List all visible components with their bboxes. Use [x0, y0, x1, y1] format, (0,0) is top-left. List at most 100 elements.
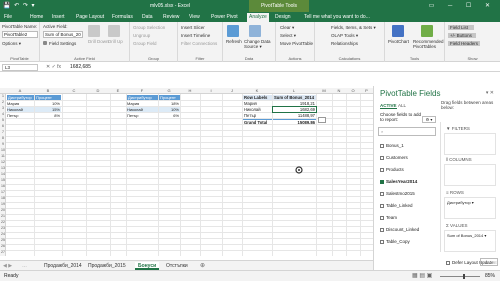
column-header[interactable]: C — [62, 88, 86, 93]
field-checkbox[interactable] — [380, 227, 384, 232]
tab-all-fields[interactable]: ALL — [398, 103, 406, 108]
column-header[interactable]: L — [272, 88, 316, 93]
field-item[interactable]: Customers — [380, 155, 408, 160]
table-cell[interactable]: Николай — [7, 107, 34, 112]
table-cell[interactable]: Петър — [7, 113, 34, 118]
table-cell[interactable]: 15% — [35, 107, 61, 112]
table-cell[interactable]: Петър — [127, 113, 158, 118]
columns-drop-zone[interactable] — [444, 164, 496, 186]
column-header[interactable]: F — [126, 88, 158, 93]
fields-items-sets-button[interactable]: Fields, Items, & Sets ▾ — [331, 25, 376, 31]
field-checkbox[interactable] — [380, 203, 384, 208]
tab-home[interactable]: Home — [30, 14, 43, 20]
column-header[interactable]: H — [180, 88, 200, 93]
plus-minus-buttons-button[interactable]: +/- Buttons — [448, 33, 476, 38]
field-item[interactable]: Discount_Linked — [380, 227, 419, 232]
field-item[interactable]: Bonus_1 — [380, 143, 404, 148]
filters-drop-zone[interactable] — [444, 133, 496, 155]
formula-buttons[interactable]: ✕ ✓ fx — [46, 64, 61, 70]
insert-timeline-button[interactable]: Insert Timeline — [181, 33, 210, 38]
column-header[interactable]: P — [360, 88, 373, 93]
pivot-cell[interactable]: Мария — [243, 101, 272, 106]
table-cell[interactable]: 8% — [35, 113, 61, 118]
table-cell[interactable]: 10% — [159, 107, 180, 112]
field-item[interactable]: Salestmo2015 — [380, 191, 415, 196]
options-button[interactable]: Options ▾ — [2, 41, 21, 47]
formula-input[interactable]: 1682,685 — [70, 64, 91, 70]
tab-analyze[interactable]: Analyze — [247, 13, 269, 22]
pivot-grand-total-value[interactable]: 15089,86 — [273, 119, 316, 124]
name-box[interactable]: L3 — [2, 64, 38, 71]
refresh-button[interactable]: Refresh — [226, 39, 242, 44]
tell-me-box[interactable]: Tell me what you want to do... — [304, 14, 370, 20]
table-cell[interactable]: 6% — [159, 113, 180, 118]
column-header[interactable]: K — [242, 88, 272, 93]
table-header[interactable]: Процент — [159, 95, 180, 100]
recommended-pivottables-button[interactable]: Recommended PivotTables — [413, 39, 444, 49]
zoom-slider[interactable] — [440, 276, 480, 277]
pivot-cell[interactable]: 11488,97 — [273, 113, 316, 118]
table-cell[interactable]: Мария — [127, 101, 158, 106]
tab-data[interactable]: Data — [142, 14, 153, 20]
pivot-cell[interactable]: Петър — [243, 113, 272, 118]
settings-gear-icon[interactable]: ⚙ ▾ — [422, 116, 436, 123]
change-data-source-button[interactable]: Change Data Source ▾ — [244, 39, 274, 49]
pivot-cell[interactable]: 1918,21 — [273, 101, 316, 106]
field-item[interactable]: Table_Linked — [380, 203, 413, 208]
filter-connections-button[interactable]: Filter Connections — [181, 41, 217, 46]
insert-slicer-button[interactable]: Insert Slicer — [181, 25, 205, 30]
tab-power-pivot[interactable]: Power Pivot — [211, 14, 238, 20]
column-header[interactable]: J — [222, 88, 242, 93]
view-buttons[interactable]: ▦ ▤ ▣ — [412, 272, 432, 279]
tab-design[interactable]: Design — [275, 14, 291, 20]
quick-analysis-icon[interactable] — [318, 117, 326, 123]
sheet-tab-active[interactable]: Бонуси — [135, 262, 160, 270]
tab-formulas[interactable]: Formulas — [112, 14, 133, 20]
table-cell[interactable]: Мария — [7, 101, 34, 106]
values-field-pill[interactable]: Sum of Bonus_2014 ▾ — [447, 233, 486, 238]
tab-page-layout[interactable]: Page Layout — [76, 14, 104, 20]
pivottable-name-input[interactable]: PivotTable2 — [2, 31, 38, 38]
zoom-slider-thumb[interactable] — [463, 274, 465, 279]
pivotchart-button[interactable]: PivotChart — [388, 39, 409, 44]
column-header[interactable]: O — [346, 88, 360, 93]
field-checkbox[interactable] — [380, 191, 384, 196]
active-field-input[interactable]: Sum of Bonus_20 — [43, 31, 83, 38]
field-settings-button[interactable]: Field Settings — [49, 41, 76, 46]
add-sheet-icon[interactable]: ⊕ — [200, 262, 205, 270]
pivot-header[interactable]: Sum of Bonus_2014 — [273, 95, 316, 100]
field-item[interactable]: SalesYear2014 — [380, 179, 417, 184]
column-header[interactable]: N — [332, 88, 346, 93]
sheet-tab[interactable]: Продажби_2015 — [88, 262, 126, 270]
select-button[interactable]: Select ▾ — [280, 33, 296, 39]
sheet-tab[interactable]: Продажби_2014 — [44, 262, 82, 270]
column-header[interactable]: A — [6, 88, 34, 93]
column-header[interactable]: G — [158, 88, 180, 93]
sheet-tab[interactable]: Отстъпки — [166, 262, 188, 270]
rows-drop-zone[interactable]: Дистрибутор ▾ — [444, 197, 496, 219]
group-selection-button[interactable]: Group Selection — [133, 25, 165, 30]
field-list-button[interactable]: Field List — [448, 25, 475, 30]
zoom-level[interactable]: 85% — [485, 273, 495, 279]
olap-tools-button[interactable]: OLAP Tools ▾ — [331, 33, 358, 39]
pivot-cell-selected[interactable]: 1682,69 — [272, 106, 317, 113]
tab-insert[interactable]: Insert — [52, 14, 65, 20]
group-field-button[interactable]: Group Field — [133, 41, 157, 46]
search-input[interactable]: ⌕ — [378, 127, 436, 136]
column-header[interactable]: M — [316, 88, 332, 93]
table-cell[interactable]: Николай — [127, 107, 158, 112]
pivot-header[interactable]: Row Labels — [243, 95, 272, 100]
table-header[interactable]: Процент — [35, 95, 61, 100]
field-item[interactable]: Products — [380, 167, 404, 172]
table-cell[interactable]: 10% — [35, 101, 61, 106]
sheet-nav-more[interactable]: … — [22, 262, 27, 270]
window-controls[interactable]: ▭ ─ ☐ ✕ — [429, 2, 496, 9]
close-icon[interactable]: ▾ ✕ — [486, 90, 494, 96]
tab-active-fields[interactable]: ACTIVE — [380, 103, 397, 109]
defer-checkbox[interactable] — [446, 260, 450, 265]
row-header[interactable]: 1 — [0, 94, 6, 98]
quick-access-toolbar[interactable]: 💾 ↶ ↷ ▾ — [3, 2, 36, 9]
rows-field-pill[interactable]: Дистрибутор ▾ — [447, 200, 474, 205]
drill-down-button[interactable]: Drill Down — [88, 39, 109, 44]
tab-view[interactable]: View — [189, 14, 200, 20]
